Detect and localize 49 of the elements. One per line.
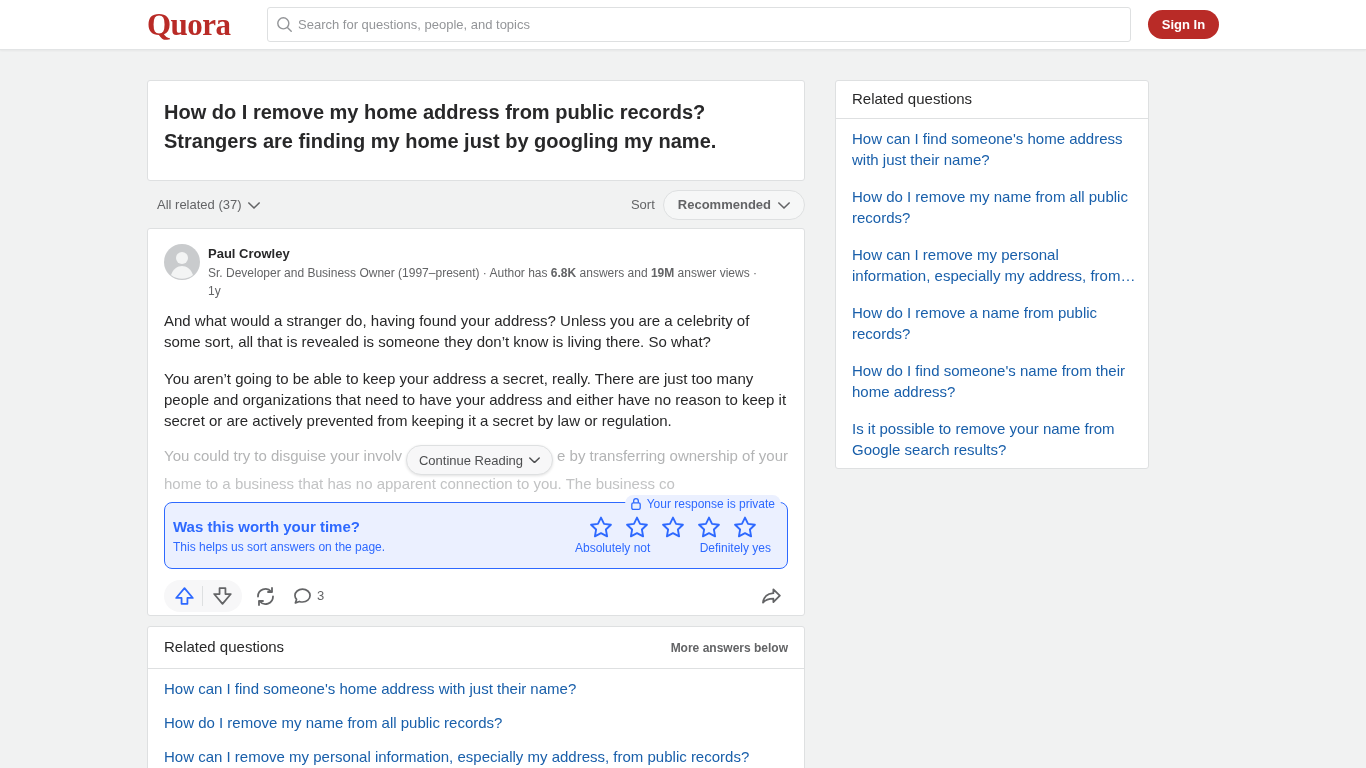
more-answers-label: More answers below bbox=[670, 639, 788, 657]
faded-answer-text: home to a business that has no apparent connection to you. The business co bbox=[164, 475, 676, 493]
sort-label: Sort bbox=[630, 196, 655, 215]
star-icon[interactable] bbox=[662, 515, 684, 538]
search-field[interactable]: Search for questions, people, and topics bbox=[267, 7, 1131, 42]
related-question-link[interactable]: How can I find someone's home address with just their name? bbox=[852, 128, 1138, 170]
question-title: How do I remove my home address from public records? Strangers are finding my home just by googling my name. bbox=[164, 100, 718, 154]
chevron-down-icon bbox=[247, 201, 260, 209]
share-arrow-icon bbox=[761, 588, 781, 604]
comments-button[interactable]: 3 bbox=[288, 580, 331, 612]
star-icon[interactable] bbox=[626, 515, 648, 538]
answer-paragraph: And what would a stranger do, having found your address? Unless you are a celebrity of some sort, all that is revealed is someone they don’t know is living there. So what? bbox=[164, 311, 751, 352]
related-question-link[interactable]: How do I find someone's name from their home address? bbox=[852, 360, 1138, 402]
star-icon[interactable] bbox=[590, 515, 612, 538]
search-icon bbox=[277, 17, 292, 32]
logo-wordmark[interactable]: Quora bbox=[147, 7, 235, 42]
star-icon[interactable] bbox=[734, 515, 756, 538]
speech-bubble-icon bbox=[294, 588, 311, 604]
star-icon[interactable] bbox=[698, 515, 720, 538]
faded-answer-text: You could try to disguise your involv bbox=[164, 446, 402, 466]
rating-hint: This helps us sort answers on the page. bbox=[173, 538, 386, 555]
continue-reading-button[interactable]: Continue Reading bbox=[405, 445, 553, 475]
author-name[interactable]: Paul Crowley bbox=[208, 244, 290, 264]
answer-paragraph: You aren’t going to be able to keep your address a secret, really. There are just too many people and organizations that need to have your address and either have no reason to keep it secret or are actively prevented from keeping it a secret by law or regulation. bbox=[164, 369, 788, 431]
sort-dropdown[interactable]: Recommended bbox=[662, 190, 805, 220]
rating-scale-label: Definitely yes bbox=[699, 539, 771, 556]
cycle-arrows-icon bbox=[256, 586, 274, 606]
rating-scale-label: Absolutely not bbox=[575, 539, 651, 556]
privacy-note: Your response is private bbox=[646, 495, 775, 512]
sign-in-button[interactable]: Sign In bbox=[1148, 10, 1219, 39]
lock-icon bbox=[630, 497, 641, 510]
related-question-link[interactable]: How do I remove a name from public records? bbox=[852, 302, 1138, 344]
section-title: Related questions bbox=[852, 89, 973, 110]
arrow-up-icon bbox=[174, 587, 194, 605]
section-title: Related questions bbox=[164, 637, 285, 658]
rating-question: Was this worth your time? bbox=[173, 516, 361, 537]
related-question-link[interactable]: How do I remove my name from all public records? bbox=[164, 712, 503, 733]
related-question-link[interactable]: How can I remove my personal information, especially my address, from… bbox=[852, 244, 1138, 286]
all-related-dropdown[interactable]: All related (37) bbox=[147, 190, 264, 220]
related-question-link[interactable]: How do I remove my name from all public records? bbox=[852, 186, 1138, 228]
star-rating[interactable] bbox=[590, 515, 756, 538]
chevron-down-icon bbox=[778, 201, 790, 209]
related-question-link[interactable]: Is it possible to remove your name from Google search results? bbox=[852, 418, 1138, 460]
author-credentials: Sr. Developer and Business Owner (1997–present) · Author has 6.8K answers and 19M answer views · 1y bbox=[208, 265, 758, 300]
related-question-link[interactable]: How can I find someone's home address with just their name? bbox=[164, 678, 577, 699]
related-question-link[interactable]: How can I remove my personal information, especially my address, from public records? bbox=[164, 746, 750, 767]
faded-answer-text: e by transferring ownership of your bbox=[557, 446, 788, 466]
arrow-down-icon bbox=[212, 587, 232, 605]
chevron-down-icon bbox=[529, 456, 540, 464]
